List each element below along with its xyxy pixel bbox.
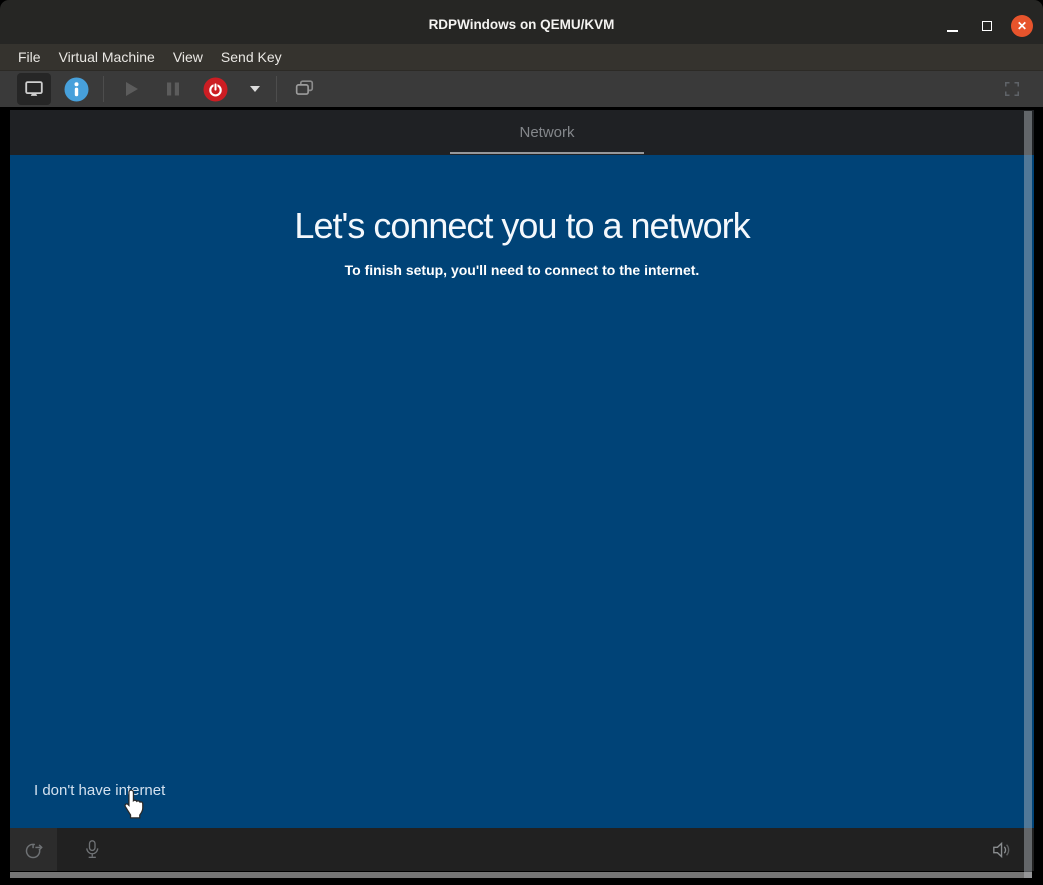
page-title: Let's connect you to a network bbox=[10, 205, 1034, 247]
cursor-pointer-icon bbox=[122, 789, 146, 819]
menu-file[interactable]: File bbox=[9, 44, 50, 71]
pause-icon bbox=[164, 80, 182, 98]
oobe-main: Let's connect you to a network To finish… bbox=[10, 155, 1034, 828]
close-button[interactable]: ✕ bbox=[1011, 15, 1033, 37]
power-icon bbox=[203, 77, 228, 102]
setup-step-network: Network bbox=[519, 110, 574, 156]
microphone-icon bbox=[82, 839, 102, 861]
vertical-scrollbar[interactable] bbox=[1024, 111, 1032, 878]
menubar: File Virtual Machine View Send Key bbox=[0, 44, 1043, 71]
ease-of-access-button[interactable] bbox=[10, 828, 57, 871]
page-subtitle: To finish setup, you'll need to connect … bbox=[10, 262, 1034, 278]
shutdown-menu-button[interactable] bbox=[244, 73, 266, 105]
guest-display[interactable]: Network Let's connect you to a network T… bbox=[10, 110, 1034, 871]
minimize-icon bbox=[947, 30, 958, 32]
toolbar-separator bbox=[276, 76, 277, 102]
guest-console-area[interactable]: Network Let's connect you to a network T… bbox=[0, 107, 1043, 885]
run-button bbox=[114, 73, 148, 105]
menu-view[interactable]: View bbox=[164, 44, 212, 71]
maximize-button[interactable] bbox=[976, 15, 998, 37]
titlebar: RDPWindows on QEMU/KVM ✕ bbox=[0, 0, 1043, 44]
info-icon bbox=[64, 77, 89, 102]
oobe-footer bbox=[10, 828, 1034, 871]
minimize-button[interactable] bbox=[941, 15, 963, 37]
volume-button[interactable] bbox=[980, 828, 1024, 871]
maximize-icon bbox=[982, 21, 992, 31]
play-icon bbox=[121, 79, 141, 99]
displays-icon bbox=[293, 78, 315, 100]
monitor-icon bbox=[23, 78, 45, 100]
horizontal-scrollbar[interactable] bbox=[10, 872, 1032, 878]
volume-icon bbox=[991, 840, 1013, 860]
shutdown-button[interactable] bbox=[198, 73, 232, 105]
fullscreen-button[interactable] bbox=[997, 73, 1027, 105]
oobe-header: Network bbox=[10, 110, 1034, 155]
setup-step-underline bbox=[450, 152, 644, 154]
fullscreen-icon bbox=[1002, 79, 1022, 99]
close-icon: ✕ bbox=[1017, 19, 1027, 33]
ease-of-access-icon bbox=[23, 839, 45, 861]
microphone-indicator bbox=[70, 828, 114, 871]
menu-virtual-machine[interactable]: Virtual Machine bbox=[50, 44, 164, 71]
toolbar bbox=[0, 71, 1043, 107]
chevron-down-icon bbox=[249, 85, 261, 93]
window-controls: ✕ bbox=[941, 8, 1033, 44]
vm-displays-button[interactable] bbox=[287, 73, 321, 105]
virt-manager-window: RDPWindows on QEMU/KVM ✕ File Virtual Ma… bbox=[0, 0, 1043, 885]
toolbar-separator bbox=[103, 76, 104, 102]
show-vm-details-button[interactable] bbox=[59, 73, 93, 105]
window-title: RDPWindows on QEMU/KVM bbox=[0, 0, 1043, 44]
pause-button bbox=[156, 73, 190, 105]
menu-send-key[interactable]: Send Key bbox=[212, 44, 291, 71]
show-graphical-console-button[interactable] bbox=[17, 73, 51, 105]
